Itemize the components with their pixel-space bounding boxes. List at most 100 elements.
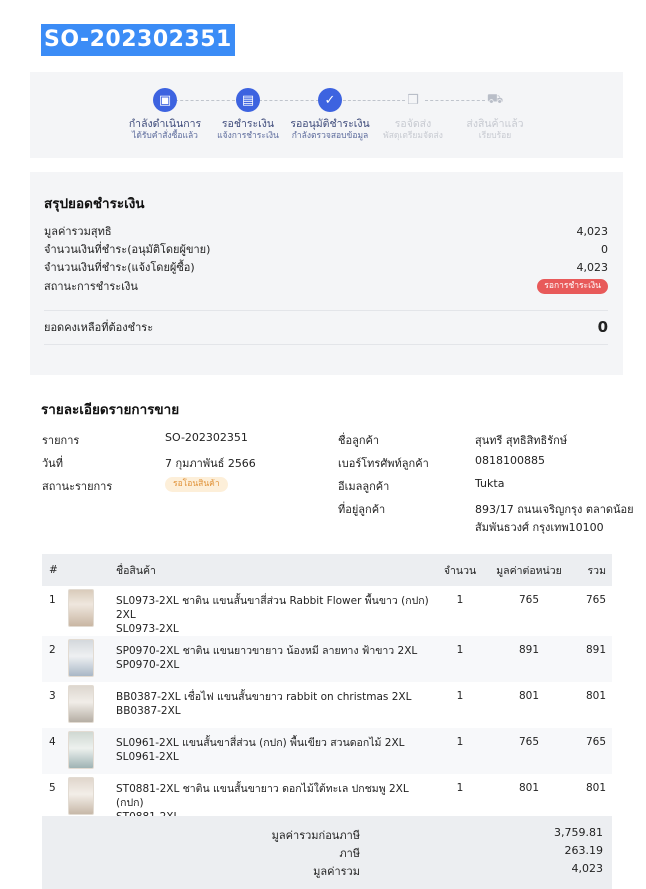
- step-processing: ▣ กำลังดำเนินการ ได้รับคำสั่งซื้อแล้ว: [120, 88, 210, 142]
- sale-details-title: รายละเอียดรายการขาย: [41, 402, 180, 418]
- order-status-badge: รอโอนสินค้า: [165, 477, 228, 492]
- step-label: รอจัดส่ง: [394, 118, 432, 130]
- subtotal-amount: 3,759.81: [554, 826, 603, 839]
- detail-label: ที่อยู่ลูกค้า: [338, 503, 386, 516]
- step-sublabel: กำลังตรวจสอบข้อมูล: [291, 131, 369, 141]
- card-icon: ▤: [236, 88, 260, 112]
- product-sku: SL0973-2XL: [116, 623, 179, 635]
- payment-summary-title: สรุปยอดชำระเงิน: [44, 196, 145, 212]
- payment-summary-panel: สรุปยอดชำระเงิน มูลค่ารวมสุทธิ 4,023 จำน…: [30, 172, 623, 375]
- detail-customer-phone: 0818100885: [475, 454, 545, 467]
- summary-label: มูลค่ารวมสุทธิ: [44, 225, 112, 238]
- product-name: BB0387-2XL เชื่อไฟ แขนสั้นขายาว rabbit o…: [116, 691, 412, 703]
- detail-address-line2: สัมพันธวงศ์ กรุงเทพ10100: [475, 521, 604, 534]
- product-thumbnail[interactable]: [68, 589, 94, 627]
- cell-unit-price: 801: [518, 690, 540, 702]
- col-header-unit-price: มูลค่าต่อหน่วย: [486, 554, 572, 586]
- cell-unit-price: 765: [486, 728, 572, 774]
- step-label: รอชำระเงิน: [221, 118, 275, 130]
- product-name: SL0961-2XL แขนสั้นขาสี่ส่วน (กปก) พื้นเข…: [116, 737, 405, 749]
- step-sublabel: ได้รับคำสั่งซื้อแล้ว: [132, 131, 198, 141]
- col-header-number: #: [42, 554, 68, 586]
- step-awaiting-approval: ✓ รออนุมัติชำระเงิน กำลังตรวจสอบข้อมูล: [285, 88, 375, 142]
- totals-row-grand: มูลค่ารวม 4,023: [42, 862, 612, 880]
- col-header-total: รวม: [572, 554, 612, 586]
- table-row: 2 SP0970-2XL ชาติน แขนยาวขายาว น้องหมี ล…: [42, 636, 612, 682]
- totals-label: มูลค่ารวม: [313, 865, 360, 878]
- detail-date: 7 กุมภาพันธ์ 2566: [165, 457, 256, 470]
- step-label: ส่งสินค้าแล้ว: [466, 118, 524, 130]
- col-header-qty: จำนวน: [434, 554, 486, 586]
- cell-unit-price: 765: [518, 594, 540, 606]
- summary-label: จำนวนเงินที่ชำระ(แจ้งโดยผู้ซื้อ): [44, 261, 195, 274]
- step-awaiting-shipment: ❒ รอจัดส่ง พัสดุเตรียมจัดส่ง: [368, 88, 458, 142]
- cell-number: 2: [42, 636, 68, 682]
- order-totals-panel: มูลค่ารวมก่อนภาษี 3,759.81 ภาษี 263.19 ม…: [42, 816, 612, 889]
- product-thumbnail[interactable]: [68, 639, 94, 677]
- detail-label: สถานะรายการ: [42, 480, 113, 493]
- summary-label: จำนวนเงินที่ชำระ(อนุมัติโดยผู้ขาย): [44, 243, 211, 256]
- step-sublabel: พัสดุเตรียมจัดส่ง: [383, 131, 443, 141]
- divider: [44, 344, 608, 345]
- clipboard-check-icon: ✓: [318, 88, 342, 112]
- totals-row-tax: ภาษี 263.19: [42, 844, 612, 862]
- cell-total: 765: [572, 728, 612, 774]
- detail-address-line1: 893/17 ถนนเจริญกรุง ตลาดน้อย: [475, 503, 634, 516]
- summary-row-net-total: มูลค่ารวมสุทธิ 4,023: [44, 222, 608, 240]
- col-header-name: ชื่อสินค้า: [116, 554, 434, 586]
- summary-value: 0: [601, 242, 608, 256]
- step-shipped: ⛟ ส่งสินค้าแล้ว เรียบร้อย: [450, 88, 540, 142]
- product-sku: BB0387-2XL: [116, 705, 181, 717]
- cell-qty: 1: [434, 636, 486, 682]
- detail-order-number: SO-202302351: [165, 431, 248, 444]
- tax-amount: 263.19: [564, 844, 604, 857]
- table-row: 3 BB0387-2XL เชื่อไฟ แขนสั้นขายาว rabbit…: [42, 682, 612, 728]
- totals-label: มูลค่ารวมก่อนภาษี: [271, 829, 360, 842]
- detail-customer-email: Tukta: [475, 477, 505, 490]
- summary-row-paid-reported: จำนวนเงินที่ชำระ(แจ้งโดยผู้ซื้อ) 4,023: [44, 258, 608, 276]
- cell-unit-price: 891: [486, 636, 572, 682]
- product-name: SP0970-2XL ชาติน แขนยาวขายาว น้องหมี ลาย…: [116, 645, 418, 657]
- detail-label: วันที่: [42, 457, 63, 470]
- cell-qty: 1: [434, 728, 486, 774]
- divider: [44, 310, 608, 311]
- cell-number: 3: [49, 690, 56, 702]
- summary-value: 4,023: [576, 260, 609, 274]
- cell-qty: 1: [456, 690, 464, 702]
- totals-row-subtotal: มูลค่ารวมก่อนภาษี 3,759.81: [42, 826, 612, 844]
- detail-label: รายการ: [42, 434, 80, 447]
- summary-row-paid-approved: จำนวนเงินที่ชำระ(อนุมัติโดยผู้ขาย) 0: [44, 240, 608, 258]
- summary-row-remaining: ยอดคงเหลือที่ต้องชำระ 0: [44, 318, 608, 336]
- step-sublabel: เรียบร้อย: [478, 131, 512, 141]
- gift-icon: ❒: [407, 92, 419, 108]
- product-thumbnail[interactable]: [68, 685, 94, 723]
- remaining-amount: 0: [597, 318, 608, 336]
- detail-label: อีเมลลูกค้า: [338, 480, 390, 493]
- cell-number: 4: [42, 728, 68, 774]
- truck-icon: ⛟: [486, 91, 504, 107]
- table-row: 1 SL0973-2XL ชาติน แขนสั้นขาสี่ส่วน Rabb…: [42, 586, 612, 636]
- product-name: SL0973-2XL ชาติน แขนสั้นขาสี่ส่วน Rabbit…: [116, 595, 429, 621]
- product-name: ST0881-2XL ชาติน แขนสั้นขายาว ดอกไม้ใต้ท…: [116, 783, 409, 809]
- table-header-row: # ชื่อสินค้า จำนวน มูลค่าต่อหน่วย รวม: [42, 554, 612, 586]
- cell-total: 801: [585, 690, 606, 702]
- product-sku: SL0961-2XL: [116, 751, 179, 763]
- summary-value: 4,023: [576, 224, 609, 238]
- summary-label: สถานะการชำระเงิน: [44, 280, 138, 293]
- col-header-image: [68, 554, 116, 586]
- product-thumbnail[interactable]: [68, 731, 94, 769]
- box-icon: ▣: [153, 88, 177, 112]
- grand-total-amount: 4,023: [571, 862, 604, 875]
- detail-customer-name: สุนทรี สุทธิสิทธิรักษ์: [475, 434, 568, 447]
- product-sku: SP0970-2XL: [116, 659, 180, 671]
- cell-qty: 1: [456, 594, 464, 606]
- cell-total: 765: [585, 594, 606, 606]
- totals-label: ภาษี: [339, 847, 360, 860]
- detail-label: ชื่อลูกค้า: [338, 434, 380, 447]
- step-label: รออนุมัติชำระเงิน: [290, 118, 370, 130]
- step-label: กำลังดำเนินการ: [128, 118, 202, 130]
- order-items-table: # ชื่อสินค้า จำนวน มูลค่าต่อหน่วย รวม 1 …: [42, 554, 612, 824]
- table-row: 4 SL0961-2XL แขนสั้นขาสี่ส่วน (กปก) พื้น…: [42, 728, 612, 774]
- product-thumbnail[interactable]: [68, 777, 94, 815]
- cell-number: 1: [49, 594, 56, 606]
